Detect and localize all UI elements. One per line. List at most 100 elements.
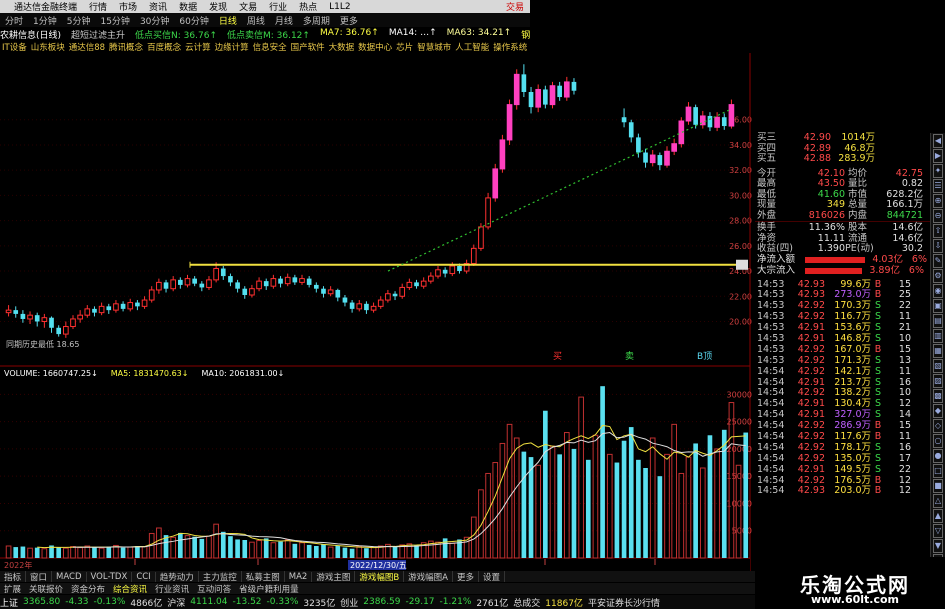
- sector-tag[interactable]: 抖音概念: [529, 41, 530, 53]
- tool-icon[interactable]: ⚙: [933, 269, 943, 283]
- period-item-7[interactable]: 周线: [242, 14, 270, 27]
- indicator-tab[interactable]: 游戏主图: [312, 571, 356, 582]
- indicator-tab[interactable]: 设置: [479, 571, 506, 582]
- tool-icon[interactable]: ▣: [933, 299, 943, 313]
- info-tab[interactable]: 省级户籍利用量: [235, 583, 303, 595]
- sector-tag[interactable]: 云计算: [183, 41, 213, 53]
- period-item-0[interactable]: 分时: [0, 14, 28, 27]
- sector-tag[interactable]: 腾讯概念: [107, 41, 145, 53]
- tool-icon[interactable]: ▩: [933, 389, 943, 403]
- tool-icon[interactable]: ■: [933, 479, 943, 493]
- indicator-tab[interactable]: 游戏幅图A: [404, 571, 453, 582]
- tool-icon[interactable]: ▲: [933, 509, 943, 523]
- sell-signal: 卖: [625, 351, 634, 362]
- volume-bar: [349, 548, 355, 558]
- volume-bar: [56, 547, 62, 558]
- sector-tag[interactable]: IT设备: [0, 41, 29, 53]
- indicator-tab[interactable]: 私募主图: [242, 571, 285, 582]
- candle-body: [141, 299, 148, 307]
- info-tab[interactable]: 互动问答: [193, 583, 235, 595]
- tool-icon[interactable]: □: [933, 464, 943, 478]
- info-tab[interactable]: 关联报价: [25, 583, 67, 595]
- indicator-tab[interactable]: CCI: [132, 571, 156, 582]
- indicator-tab[interactable]: 趋势动力: [156, 571, 199, 582]
- volume-bar: [34, 547, 40, 558]
- tool-icon[interactable]: ▧: [933, 359, 943, 373]
- period-item-3[interactable]: 15分钟: [95, 14, 134, 27]
- period-item-1[interactable]: 1分钟: [28, 14, 62, 27]
- kline-chart[interactable]: 36.0034.0032.0030.0028.0026.0024.0022.00…: [0, 53, 755, 571]
- period-item-5[interactable]: 60分钟: [174, 14, 213, 27]
- info-tab[interactable]: 行业资讯: [151, 583, 193, 595]
- menu-item[interactable]: 热点: [293, 0, 323, 13]
- tool-icon[interactable]: ⇩: [933, 239, 943, 253]
- tool-icon[interactable]: △: [933, 494, 943, 508]
- broker-name[interactable]: 平安证券长沙行情: [588, 596, 660, 609]
- tool-icon[interactable]: ▨: [933, 374, 943, 388]
- sector-tag[interactable]: 人工智能: [453, 41, 491, 53]
- candle-body: [335, 289, 341, 298]
- menu-item[interactable]: 市场: [113, 0, 143, 13]
- tool-icon[interactable]: ▤: [933, 314, 943, 328]
- tool-icon[interactable]: ◉: [933, 284, 943, 298]
- candle-body: [549, 85, 556, 106]
- candle-body: [657, 155, 663, 166]
- sector-tag[interactable]: 百度概念: [145, 41, 183, 53]
- tool-icon[interactable]: ⇧: [933, 224, 943, 238]
- menu-item[interactable]: 资讯: [143, 0, 173, 13]
- indicator-tab[interactable]: 指标: [0, 571, 27, 582]
- sector-tag[interactable]: 智慧城市: [415, 41, 453, 53]
- menu-item[interactable]: 行情: [83, 0, 113, 13]
- menu-item[interactable]: L1L2: [323, 2, 356, 12]
- tool-icon[interactable]: ✎: [933, 254, 943, 268]
- indicator-tab[interactable]: MACD: [52, 571, 87, 582]
- sector-tag[interactable]: 芯片: [394, 41, 415, 53]
- trade-menu[interactable]: 交易: [500, 0, 530, 13]
- app-title: 通达信金融终端: [14, 3, 78, 13]
- tool-icon[interactable]: ⊖: [933, 209, 943, 223]
- sector-tag[interactable]: 大数据: [327, 41, 357, 53]
- period-item-2[interactable]: 5分钟: [62, 14, 96, 27]
- sector-tag[interactable]: 数据中心: [356, 41, 394, 53]
- period-item-10[interactable]: 更多: [335, 14, 363, 27]
- sector-tag[interactable]: 山东板块: [29, 41, 67, 53]
- candle-body: [170, 279, 177, 290]
- indicator-tab[interactable]: VOL-TDX: [87, 571, 133, 582]
- tool-icon[interactable]: ▥: [933, 329, 943, 343]
- tool-icon[interactable]: ☰: [933, 179, 943, 193]
- info-tabs: 扩展 关联报价 资金分布 综合资讯 行业资讯 互动问答 省级户籍利用量: [0, 583, 755, 594]
- period-item-9[interactable]: 多周期: [298, 14, 335, 27]
- tool-icon[interactable]: ⊕: [933, 194, 943, 208]
- indicator-tab[interactable]: 更多: [453, 571, 480, 582]
- tool-icon[interactable]: ●: [933, 449, 943, 463]
- tool-icon[interactable]: ▦: [933, 344, 943, 358]
- tool-icon[interactable]: ◆: [933, 404, 943, 418]
- tool-icon[interactable]: ○: [933, 434, 943, 448]
- info-tab[interactable]: 综合资讯: [109, 583, 151, 595]
- indicator-tab[interactable]: 窗口: [26, 571, 53, 582]
- indicator-tab[interactable]: 主力监控: [199, 571, 242, 582]
- tool-icon[interactable]: ✦: [933, 164, 943, 178]
- formula-name[interactable]: 超短过滤主升: [71, 28, 125, 41]
- tool-icon[interactable]: ◇: [933, 419, 943, 433]
- menu-item[interactable]: 数据: [173, 0, 203, 13]
- period-item-8[interactable]: 月线: [270, 14, 298, 27]
- indicator-tab[interactable]: 游戏幅图B: [355, 571, 405, 582]
- tool-icon[interactable]: ◀: [933, 134, 943, 148]
- menu-item[interactable]: 文易: [233, 0, 263, 13]
- indicator-tab[interactable]: MA2: [285, 571, 313, 582]
- sector-tag[interactable]: 边缘计算: [213, 41, 251, 53]
- tool-icon[interactable]: ▼: [933, 539, 943, 553]
- sector-tag[interactable]: 通达信88: [67, 41, 107, 53]
- tool-icon[interactable]: ▽: [933, 524, 943, 538]
- info-tab[interactable]: 扩展: [0, 583, 25, 595]
- period-item-6[interactable]: 日线: [214, 14, 242, 27]
- sector-tag[interactable]: 国产软件: [289, 41, 327, 53]
- sector-tag[interactable]: 信息安全: [251, 41, 289, 53]
- menu-item[interactable]: 发现: [203, 0, 233, 13]
- info-tab[interactable]: 资金分布: [67, 583, 109, 595]
- tool-icon[interactable]: ▶: [933, 149, 943, 163]
- period-item-4[interactable]: 30分钟: [135, 14, 174, 27]
- sector-tag[interactable]: 操作系统: [491, 41, 529, 53]
- menu-item[interactable]: 行业: [263, 0, 293, 13]
